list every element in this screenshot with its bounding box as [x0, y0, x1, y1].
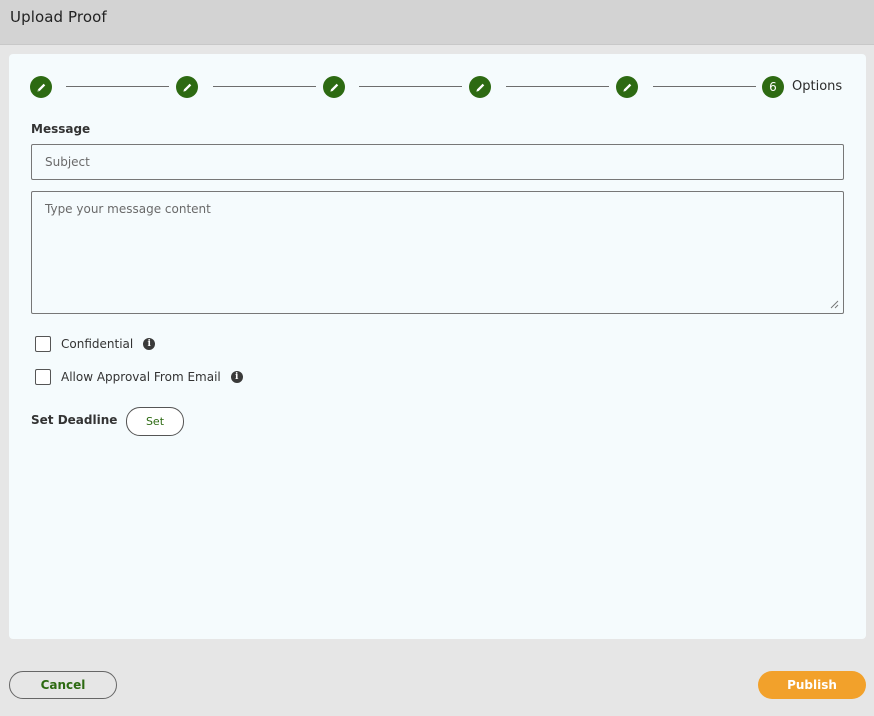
progress-stepper: 6 Options: [30, 75, 845, 99]
message-content-input[interactable]: [32, 192, 843, 312]
step-connector: [66, 86, 169, 87]
allow-approval-option[interactable]: Allow Approval From Email i: [35, 368, 243, 386]
step-connector: [653, 86, 756, 87]
options-panel: 6 Options Message Confidential i Allow A…: [9, 54, 866, 639]
window-title: Upload Proof: [10, 8, 107, 26]
confidential-checkbox[interactable]: [35, 336, 51, 352]
step-connector: [213, 86, 316, 87]
publish-button[interactable]: Publish: [758, 671, 866, 699]
confidential-info-icon[interactable]: i: [143, 338, 156, 350]
allow-approval-info-icon[interactable]: i: [230, 371, 243, 383]
resize-handle-icon[interactable]: [830, 300, 839, 309]
step-2-pencil-icon[interactable]: [176, 76, 198, 98]
cancel-button[interactable]: Cancel: [9, 671, 117, 699]
confidential-label: Confidential: [61, 337, 134, 351]
step-5-pencil-icon[interactable]: [616, 76, 638, 98]
set-deadline-button[interactable]: Set: [126, 407, 184, 436]
step-label-options: Options: [792, 79, 843, 94]
step-number: 6: [769, 80, 777, 94]
allow-approval-label: Allow Approval From Email: [61, 370, 221, 384]
step-6-current: 6: [762, 76, 784, 98]
confidential-option[interactable]: Confidential i: [35, 335, 156, 353]
step-4-pencil-icon[interactable]: [469, 76, 491, 98]
message-content-field[interactable]: [31, 191, 844, 314]
deadline-label: Set Deadline: [31, 413, 118, 427]
subject-input[interactable]: [32, 145, 838, 179]
step-connector: [506, 86, 609, 87]
step-connector: [359, 86, 462, 87]
allow-approval-checkbox[interactable]: [35, 369, 51, 385]
message-label: Message: [31, 122, 91, 136]
step-1-pencil-icon[interactable]: [30, 76, 52, 98]
subject-field[interactable]: [31, 144, 844, 180]
step-3-pencil-icon[interactable]: [323, 76, 345, 98]
title-bar: Upload Proof: [0, 0, 874, 45]
